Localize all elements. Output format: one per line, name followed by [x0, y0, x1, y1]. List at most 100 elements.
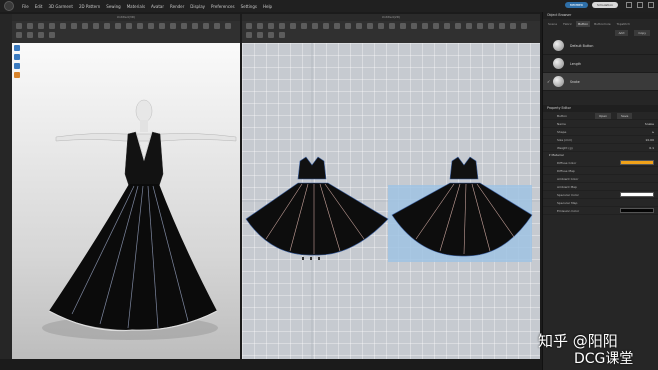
account-badge[interactable]: MEMBER — [564, 2, 589, 8]
minimize-icon[interactable] — [626, 2, 632, 8]
property-row[interactable]: Weight (g) 0.1 — [543, 144, 658, 152]
copy-button[interactable]: Copy — [634, 30, 650, 36]
simulation-mode-button[interactable]: Simulation — [592, 2, 618, 8]
viewport-3d[interactable]: Untitled(3D) — [12, 14, 240, 359]
swatch-fill[interactable] — [620, 159, 654, 165]
object-browser-tabs: Scene Fabric Button Buttonhole Topstitch — [543, 19, 658, 29]
swatch-fill[interactable] — [620, 207, 654, 213]
list-item[interactable]: Length — [543, 55, 658, 73]
tool-icon[interactable] — [477, 23, 483, 29]
avatar-with-gown[interactable] — [12, 14, 240, 359]
shape-icon[interactable]: ▸ — [595, 130, 654, 134]
tool-icon[interactable] — [312, 23, 318, 29]
tool-icon[interactable] — [246, 32, 252, 38]
tool-icon[interactable] — [400, 23, 406, 29]
tool-icon[interactable] — [345, 23, 351, 29]
light-icon[interactable] — [14, 72, 20, 78]
list-item-label: Snake — [570, 79, 580, 84]
account-area: MEMBER Simulation — [564, 2, 618, 8]
tool-icon[interactable] — [279, 23, 285, 29]
menu-2d-pattern[interactable]: 2D Pattern — [79, 4, 100, 9]
open-button[interactable]: Open — [595, 112, 612, 119]
tool-icon[interactable] — [257, 23, 263, 29]
color-swatch[interactable] — [595, 207, 654, 214]
button-thumbnail — [553, 58, 564, 69]
material-name: Ambient Map — [557, 184, 577, 189]
viewport-2d[interactable]: Untitled(2D) — [242, 14, 540, 359]
menu-display[interactable]: Display — [190, 4, 205, 9]
maximize-icon[interactable] — [637, 2, 643, 8]
tool-icon[interactable] — [378, 23, 384, 29]
property-value[interactable]: 10.00 — [595, 138, 654, 142]
tool-icon[interactable] — [422, 23, 428, 29]
tool-icon[interactable] — [466, 23, 472, 29]
tool-icon[interactable] — [257, 32, 263, 38]
menu-materials[interactable]: Materials — [127, 4, 145, 9]
menu-edit[interactable]: Edit — [35, 4, 43, 9]
menu-3d-garment[interactable]: 3D Garment — [48, 4, 72, 9]
tool-icon[interactable] — [301, 23, 307, 29]
tool-icon[interactable] — [433, 23, 439, 29]
property-value[interactable]: Snake — [595, 122, 654, 126]
material-row[interactable]: Emission Color — [543, 207, 658, 215]
avatar-neck — [140, 120, 148, 132]
tool-icon[interactable] — [510, 23, 516, 29]
tool-icon[interactable] — [411, 23, 417, 29]
menu-render[interactable]: Render — [170, 4, 184, 9]
tool-icon[interactable] — [268, 23, 274, 29]
list-item-selected[interactable]: ✓ Snake — [543, 73, 658, 91]
tool-icon[interactable] — [444, 23, 450, 29]
material-row[interactable]: Ambient Color — [543, 175, 658, 183]
toolbar-2d — [242, 21, 540, 43]
menu-help[interactable]: Help — [263, 4, 272, 9]
color-swatch[interactable] — [595, 191, 654, 198]
property-value[interactable]: 0.1 — [595, 146, 654, 150]
property-row[interactable]: Shape ▸ — [543, 128, 658, 136]
save-button[interactable]: Save — [617, 112, 633, 119]
property-header-name: Button — [557, 113, 568, 118]
tool-icon[interactable] — [279, 32, 285, 38]
tool-icon[interactable] — [246, 23, 252, 29]
tool-icon[interactable] — [268, 32, 274, 38]
tab-fabric[interactable]: Fabric — [561, 21, 574, 27]
property-name: Weight (g) — [557, 145, 573, 150]
list-item[interactable]: Default Button — [543, 37, 658, 55]
tab-buttonhole[interactable]: Buttonhole — [592, 21, 612, 27]
tool-icon[interactable] — [367, 23, 373, 29]
tab-topstitch[interactable]: Topstitch — [615, 21, 632, 27]
material-row[interactable]: Diffuse Color — [543, 159, 658, 167]
tool-icon[interactable] — [499, 23, 505, 29]
menu-avatar[interactable]: Avatar — [151, 4, 164, 9]
tool-icon[interactable] — [488, 23, 494, 29]
tool-icon[interactable] — [521, 23, 527, 29]
menu-settings[interactable]: Settings — [241, 4, 257, 9]
material-row[interactable]: Diffuse Map — [543, 167, 658, 175]
avatar-icon[interactable] — [14, 54, 20, 60]
color-swatch[interactable] — [595, 159, 654, 166]
tab-scene[interactable]: Scene — [546, 21, 559, 27]
material-section-header[interactable]: ▾ Material — [543, 152, 658, 159]
menu-preferences[interactable]: Preferences — [211, 4, 235, 9]
swatch-fill[interactable] — [620, 191, 654, 197]
material-row[interactable]: Specular Map — [543, 199, 658, 207]
menu-file[interactable]: File — [22, 4, 29, 9]
tool-icon[interactable] — [455, 23, 461, 29]
property-row[interactable]: Size (mm) 10.00 — [543, 136, 658, 144]
pattern-pieces — [242, 43, 540, 359]
texture-icon[interactable] — [14, 63, 20, 69]
tool-icon[interactable] — [334, 23, 340, 29]
display-icon[interactable] — [14, 45, 20, 51]
property-row[interactable]: Name Snake — [543, 120, 658, 128]
menu-sewing[interactable]: Sewing — [106, 4, 120, 9]
material-row[interactable]: Ambient Map — [543, 183, 658, 191]
tool-icon[interactable] — [323, 23, 329, 29]
avatar-arms — [55, 133, 237, 142]
add-button[interactable]: Add — [614, 30, 629, 36]
close-icon[interactable] — [648, 2, 654, 8]
tool-icon[interactable] — [356, 23, 362, 29]
pattern-grid[interactable] — [242, 43, 540, 359]
tool-icon[interactable] — [389, 23, 395, 29]
material-row[interactable]: Specular Color — [543, 191, 658, 199]
tab-button[interactable]: Button — [576, 21, 591, 27]
tool-icon[interactable] — [290, 23, 296, 29]
